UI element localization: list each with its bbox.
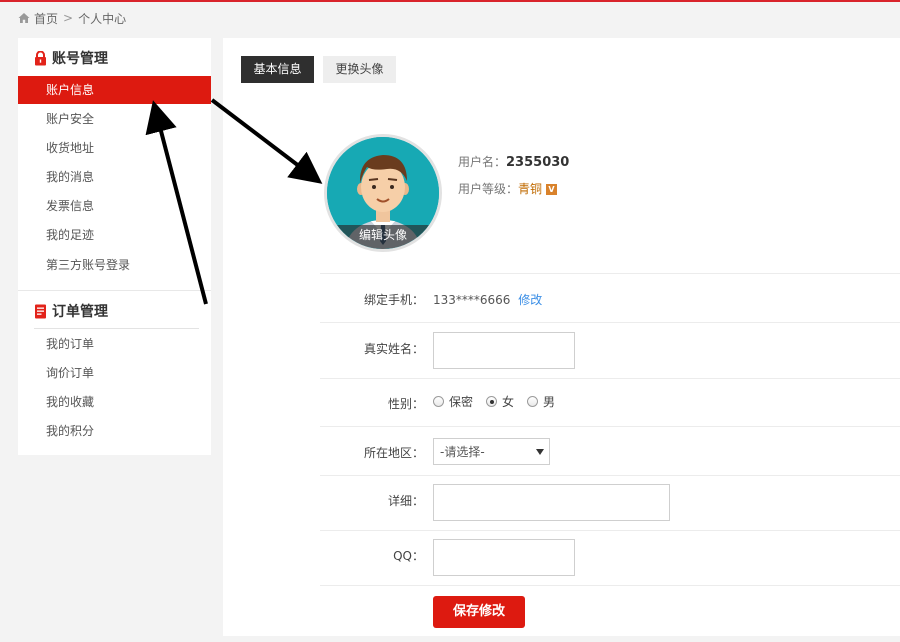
- realname-input[interactable]: [433, 332, 575, 369]
- form-divider: [320, 322, 900, 323]
- gender-radio-secret[interactable]: [433, 396, 444, 407]
- gender-option-secret[interactable]: 保密: [449, 393, 473, 410]
- user-level-label: 用户等级：: [458, 182, 519, 196]
- sidebar-item-footprints[interactable]: 我的足迹: [18, 221, 211, 249]
- breadcrumb-separator: >: [63, 11, 74, 25]
- sidebar-item-inquiry-orders[interactable]: 询价订单: [18, 359, 211, 387]
- username-value: 2355030: [506, 155, 570, 170]
- user-level-row: 用户等级：青铜 V: [458, 180, 558, 197]
- tab-basic-info[interactable]: 基本信息: [241, 56, 314, 83]
- chevron-down-icon: [536, 449, 544, 455]
- breadcrumb-current: 个人中心: [78, 11, 127, 26]
- sidebar-divider: [18, 290, 211, 291]
- gender-option-male[interactable]: 男: [543, 393, 555, 410]
- sidebar-item-invoice[interactable]: 发票信息: [18, 192, 211, 220]
- phone-edit-link[interactable]: 修改: [518, 293, 542, 307]
- username-label: 用户名：: [458, 155, 507, 169]
- form-divider: [320, 530, 900, 531]
- phone-value: 133****6666: [433, 293, 511, 307]
- sidebar-item-third-party-login[interactable]: 第三方账号登录: [18, 251, 211, 279]
- order-group-title: 订单管理: [34, 301, 108, 321]
- phone-row: 133****6666 修改: [433, 291, 542, 308]
- order-list-icon: [35, 304, 46, 318]
- sidebar-item-account-info[interactable]: 账户信息: [18, 76, 211, 104]
- gender-radio-group: 保密 女 男: [433, 393, 568, 410]
- sidebar-item-my-orders[interactable]: 我的订单: [18, 330, 211, 358]
- qq-input[interactable]: [433, 539, 575, 576]
- sidebar-item-account-security[interactable]: 账户安全: [18, 105, 211, 133]
- sidebar: 账号管理 账户信息 账户安全 收货地址 我的消息 发票信息 我的足迹 第三方账号…: [18, 38, 211, 455]
- order-group-label: 订单管理: [52, 304, 108, 320]
- qq-label: QQ：: [393, 549, 424, 563]
- save-button[interactable]: 保存修改: [433, 596, 525, 628]
- phone-label: 绑定手机：: [363, 293, 424, 307]
- home-icon[interactable]: [18, 12, 30, 24]
- sidebar-item-messages[interactable]: 我的消息: [18, 163, 211, 191]
- level-badge-icon: V: [546, 184, 558, 195]
- gender-radio-female[interactable]: [486, 396, 498, 407]
- realname-label: 真实姓名：: [363, 342, 424, 356]
- user-level-value: 青铜: [518, 182, 543, 196]
- detail-label: 详细：: [387, 494, 424, 508]
- form-divider: [320, 273, 900, 274]
- account-group-title: 账号管理: [34, 48, 108, 68]
- region-select[interactable]: -请选择-: [433, 438, 550, 465]
- form-divider: [320, 378, 900, 379]
- region-label: 所在地区：: [363, 446, 424, 460]
- sidebar-item-favorites[interactable]: 我的收藏: [18, 388, 211, 416]
- lock-icon: [35, 50, 46, 65]
- form-divider: [320, 426, 900, 427]
- breadcrumb-home[interactable]: 首页: [34, 10, 58, 27]
- gender-label: 性别：: [387, 397, 424, 411]
- form-divider: [320, 585, 900, 586]
- sidebar-item-shipping-address[interactable]: 收货地址: [18, 134, 211, 162]
- avatar[interactable]: 编辑头像: [324, 134, 442, 252]
- gender-radio-male[interactable]: [527, 396, 539, 407]
- breadcrumb: 首页 > 个人中心: [18, 10, 126, 26]
- detail-address-input[interactable]: [433, 484, 670, 521]
- account-group-label: 账号管理: [52, 51, 108, 67]
- region-select-value: -请选择-: [440, 445, 485, 459]
- top-accent-bar: [0, 0, 900, 2]
- main-panel: 基本信息 更换头像 编辑头像 用户名：2355030 用户等级：青铜 V 绑定手…: [223, 38, 900, 636]
- form-divider: [320, 475, 900, 476]
- order-group-divider: [34, 328, 199, 329]
- username-row: 用户名：2355030: [458, 153, 569, 170]
- edit-avatar-button[interactable]: 编辑头像: [327, 225, 439, 249]
- gender-option-female[interactable]: 女: [502, 393, 514, 410]
- sidebar-item-points[interactable]: 我的积分: [18, 417, 211, 445]
- tab-change-avatar[interactable]: 更换头像: [323, 56, 396, 83]
